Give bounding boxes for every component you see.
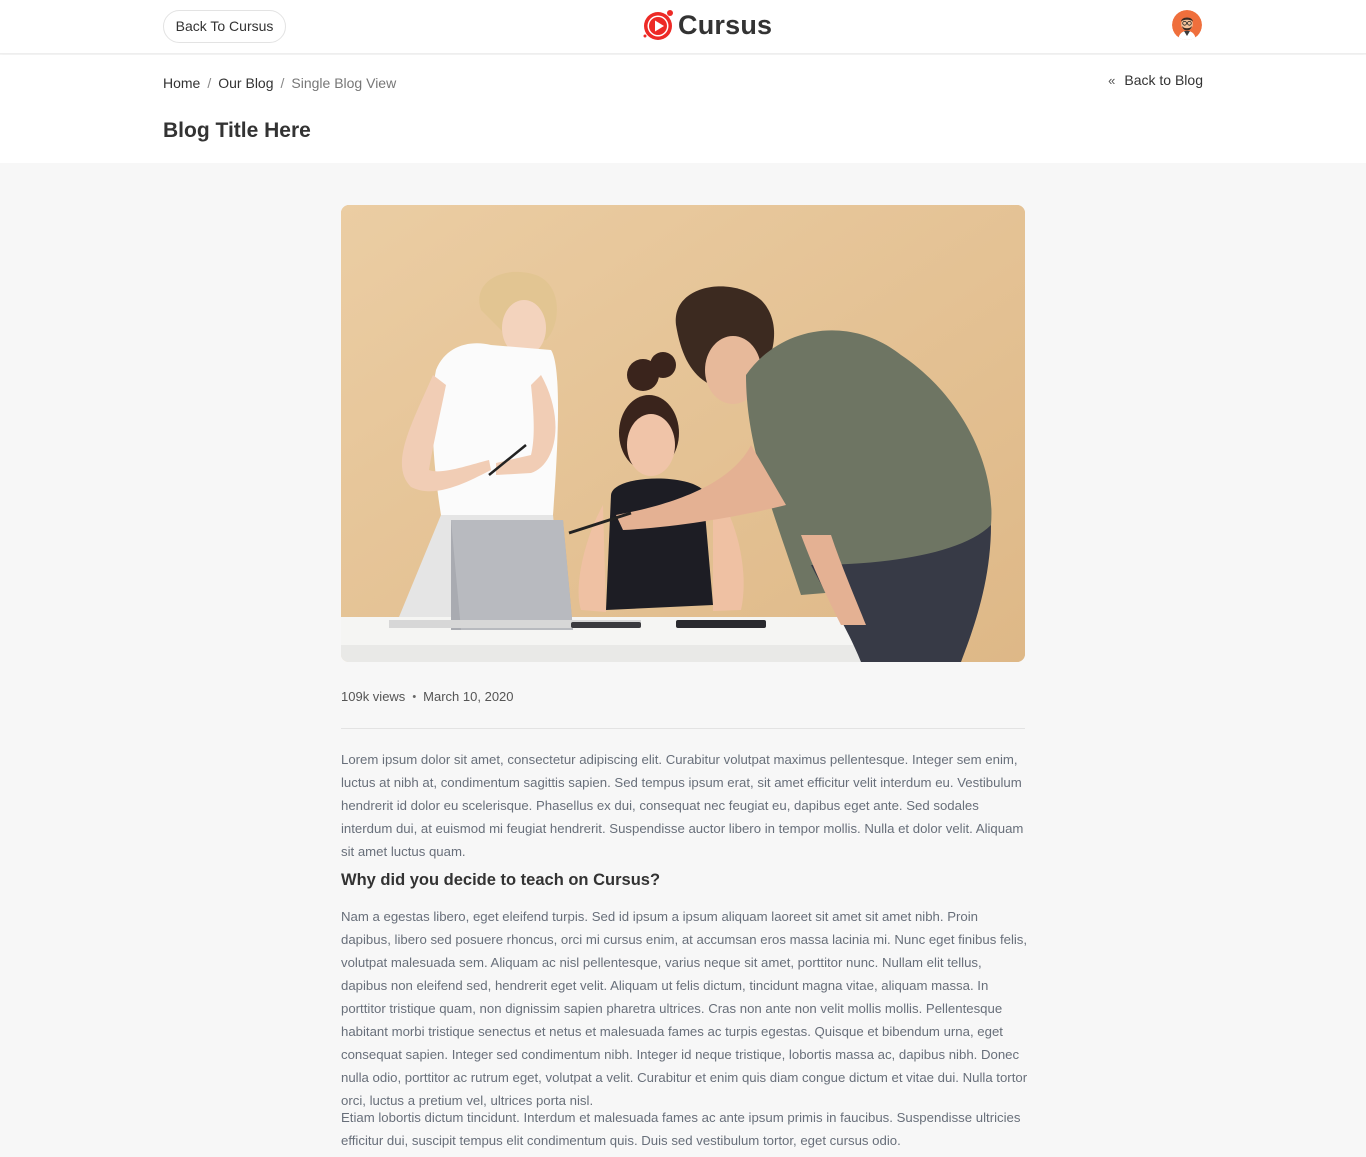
view-count: 109k views — [341, 689, 406, 704]
user-avatar[interactable] — [1172, 10, 1202, 40]
logo-text: Cursus — [678, 9, 773, 40]
breadcrumb-separator: / — [280, 75, 285, 91]
breadcrumb-home-link[interactable]: Home — [163, 75, 200, 91]
play-logo-icon — [641, 8, 675, 42]
article-meta: 109k views • March 10, 2020 — [341, 689, 514, 704]
breadcrumb-current: Single Blog View — [291, 75, 397, 91]
section-heading: Why did you decide to teach on Cursus? — [341, 871, 661, 889]
breadcrumb-blog-link[interactable]: Our Blog — [218, 75, 273, 91]
meta-separator: • — [412, 690, 417, 703]
back-to-blog-link[interactable]: « Back to Blog — [1108, 72, 1203, 88]
cursus-logo[interactable]: Cursus — [641, 8, 772, 42]
breadcrumb: Home / Our Blog / Single Blog View — [163, 75, 396, 91]
page-title-section: Home / Our Blog / Single Blog View « Bac… — [0, 55, 1366, 163]
double-chevron-left-icon: « — [1108, 72, 1116, 88]
top-navbar: Back To Cursus Cursus — [0, 0, 1366, 54]
back-to-blog-label: Back to Blog — [1124, 72, 1203, 88]
page-title: Blog Title Here — [163, 119, 311, 142]
breadcrumb-separator: / — [207, 75, 212, 91]
back-to-cursus-button[interactable]: Back To Cursus — [163, 10, 286, 43]
blog-hero-image — [341, 205, 1025, 662]
closing-paragraph: Etiam lobortis dictum tincidunt. Interdu… — [341, 1110, 1021, 1148]
publish-date: March 10, 2020 — [423, 689, 514, 704]
body-paragraph: Nam a egestas libero, eget eleifend turp… — [341, 909, 1028, 1108]
divider — [341, 728, 1025, 729]
intro-paragraph: Lorem ipsum dolor sit amet, consectetur … — [341, 752, 1024, 859]
